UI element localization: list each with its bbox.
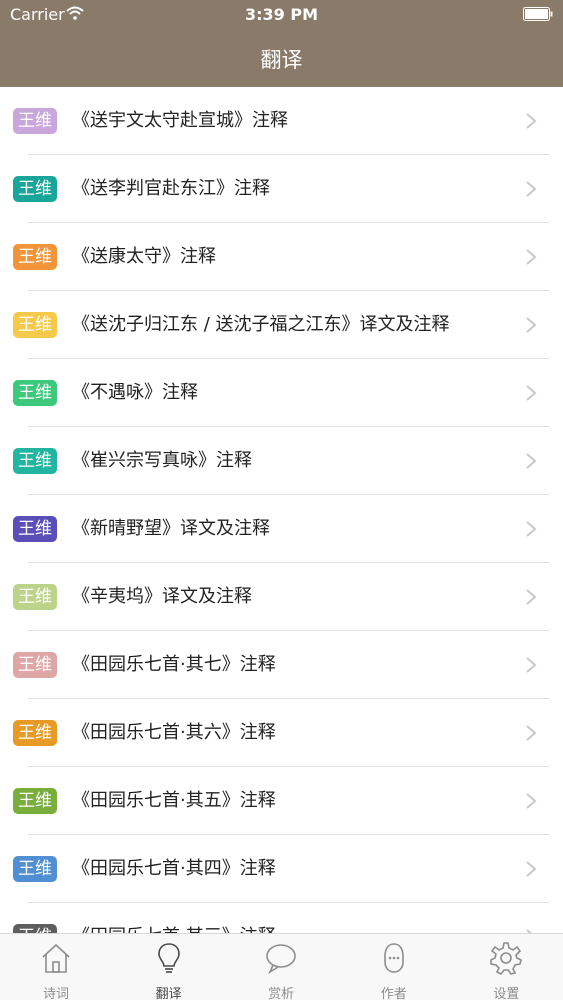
tab-shangxi[interactable]: 赏析	[225, 934, 337, 1002]
chevron-right-icon	[526, 453, 537, 469]
battery-icon	[523, 7, 553, 21]
chevron-right-icon	[526, 181, 537, 197]
author-badge: 王维	[13, 176, 57, 202]
author-badge: 王维	[13, 380, 57, 406]
list-item[interactable]: 王维 《送沈子归江东 / 送沈子福之江东》译文及注释	[0, 291, 563, 359]
tab-bar: 诗词 翻译 赏析 作者 设置	[0, 933, 563, 1002]
list-item-title: 《送宇文太守赴宣城》注释	[72, 110, 288, 131]
tab-label: 作者	[380, 987, 407, 1002]
person-face-icon	[383, 943, 404, 973]
list-item[interactable]: 王维 《田园乐七首·其六》注释	[0, 699, 563, 767]
page-title: 翻译	[260, 48, 303, 72]
list-item-title: 《崔兴宗写真咏》注释	[72, 450, 252, 471]
translation-list[interactable]: 王维 《送宇文太守赴宣城》注释 王维 《送李判官赴东江》注释 王维 《送康太守》注释 王维《…	[0, 87, 563, 933]
chevron-right-icon	[526, 521, 537, 537]
navigation-header: Carrier 3:39 PM 翻译	[0, 0, 563, 87]
list-item[interactable]: 王维 《不遇咏》注释	[0, 359, 563, 427]
list-item-title: 《送李判官赴东江》注释	[72, 178, 270, 199]
list-item-title: 《新晴野望》译文及注释	[72, 518, 270, 539]
chevron-right-icon	[526, 113, 537, 129]
tab-label: 诗词	[42, 987, 69, 1002]
list-item-title: 《送沈子归江东 / 送沈子福之江东》译文及注释	[72, 314, 450, 335]
author-badge: 王维	[13, 108, 57, 134]
list-item[interactable]: 王维 《崔兴宗写真咏》注释	[0, 427, 563, 495]
chevron-right-icon	[526, 249, 537, 265]
lightbulb-icon	[157, 943, 180, 973]
clock-time: 3:39 PM	[244, 5, 318, 24]
list-item-title: 《田园乐七首·其三》注释	[72, 924, 276, 933]
tab-shici[interactable]: 诗词	[0, 934, 112, 1002]
author-badge: 王维	[13, 720, 57, 746]
chevron-right-icon	[526, 861, 537, 877]
house-icon	[42, 943, 70, 973]
list-item[interactable]: 王维 《送宇文太守赴宣城》注释	[0, 87, 563, 155]
author-badge: 王维	[13, 856, 57, 882]
author-badge: 王维	[13, 516, 57, 542]
list-item-title: 《辛夷坞》译文及注释	[72, 586, 252, 607]
list-item[interactable]: 王维 《田园乐七首·其七》注释	[0, 631, 563, 699]
tab-label: 翻译	[155, 987, 182, 1002]
list-item[interactable]: 王维 《田园乐七首·其四》注释	[0, 835, 563, 903]
tab-zuozhe[interactable]: 作者	[338, 934, 450, 1002]
author-badge: 王维	[13, 244, 57, 270]
list-item-title: 《田园乐七首·其六》注释	[72, 722, 276, 743]
chevron-right-icon	[526, 385, 537, 401]
list-item-title: 《送康太守》注释	[72, 246, 216, 267]
tab-label: 赏析	[268, 987, 295, 1002]
chevron-right-icon	[526, 793, 537, 809]
author-badge: 王维	[13, 652, 57, 678]
status-bar: Carrier 3:39 PM	[0, 0, 563, 30]
chevron-right-icon	[526, 589, 537, 605]
author-badge: 王维	[13, 788, 57, 814]
tab-fanyi[interactable]: 翻译	[113, 934, 225, 1002]
author-badge: 王维	[13, 584, 57, 610]
list-item-title: 《田园乐七首·其七》注释	[72, 654, 276, 675]
author-badge: 王维	[13, 312, 57, 338]
list-item-title: 《不遇咏》注释	[72, 382, 198, 403]
author-badge: 王维	[13, 448, 57, 474]
speech-bubble-icon	[266, 944, 296, 975]
tab-label: 设置	[493, 987, 520, 1002]
list-item[interactable]: 王维 《田园乐七首·其三》注释	[0, 903, 563, 933]
tab-shezhi[interactable]: 设置	[450, 934, 562, 1002]
list-item[interactable]: 王维 《新晴野望》译文及注释	[0, 495, 563, 563]
chevron-right-icon	[526, 317, 537, 333]
list-item[interactable]: 王维 《送李判官赴东江》注释	[0, 155, 563, 223]
gear-icon	[490, 942, 523, 976]
list-item[interactable]: 王维 《辛夷坞》译文及注释	[0, 563, 563, 631]
chevron-right-icon	[526, 657, 537, 673]
list-item[interactable]: 王维 《送康太守》注释	[0, 223, 563, 291]
list-item[interactable]: 王维 《田园乐七首·其五》注释	[0, 767, 563, 835]
chevron-right-icon	[526, 725, 537, 741]
list-item-title: 《田园乐七首·其五》注释	[72, 790, 276, 811]
list-item-title: 《田园乐七首·其四》注释	[72, 858, 276, 879]
author-badge: 王维	[13, 924, 57, 933]
